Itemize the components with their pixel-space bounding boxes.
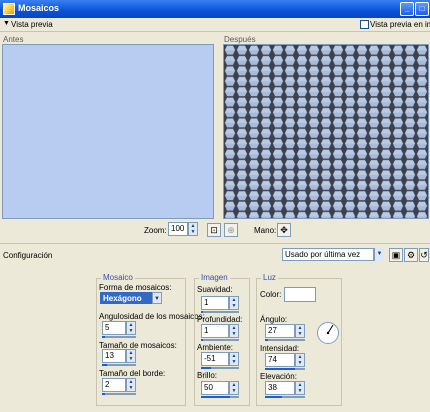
tile-size-spinner[interactable]: ▲ ▼ (126, 349, 136, 363)
border-size-label: Tamaño del borde: (99, 369, 166, 378)
depth-label: Profundidad: (197, 315, 243, 324)
border-size-slider[interactable] (102, 393, 136, 395)
angularity-label: Angulosidad de los mosaicos: (99, 312, 205, 321)
smoothness-input[interactable]: 1 (201, 296, 229, 310)
brightness-label: Brillo: (197, 371, 218, 380)
angularity-slider[interactable] (102, 336, 136, 338)
before-preview[interactable] (2, 44, 214, 219)
preview-in-image-label: Vista previa en imagen (370, 20, 430, 29)
light-color-label: Color: (260, 290, 282, 299)
preset-options-icon[interactable]: ⚙ (404, 248, 418, 262)
maximize-icon[interactable]: □ (415, 2, 429, 16)
light-angle-input[interactable]: 27 (265, 324, 295, 338)
depth-spinner[interactable]: ▲ ▼ (229, 324, 239, 338)
after-preview[interactable] (223, 44, 429, 219)
light-angle-dial[interactable] (316, 321, 340, 345)
zoom-spinner[interactable]: ▲ ▼ (188, 222, 198, 236)
zoom-label: Zoom: (144, 226, 167, 235)
angularity-input[interactable]: 5 (102, 321, 126, 335)
intensity-input[interactable]: 74 (265, 353, 295, 367)
brightness-input[interactable]: 50 (201, 381, 229, 395)
ambient-spinner[interactable]: ▲ ▼ (229, 352, 239, 366)
preview-in-image-checkbox[interactable] (360, 20, 369, 29)
tile-size-input[interactable]: 13 (102, 349, 126, 363)
zoom-input[interactable]: 100 (168, 222, 188, 236)
zoom-magnifier-icon[interactable]: ⊕ (224, 223, 238, 237)
window-title: Mosaicos (18, 3, 60, 13)
before-label: Antes (3, 35, 24, 44)
title-bar: Mosaicos _ □ (0, 0, 430, 18)
minimize-icon[interactable]: _ (400, 2, 414, 16)
intensity-label: Intensidad: (260, 344, 300, 353)
app-icon (3, 3, 15, 15)
smoothness-label: Suavidad: (197, 285, 233, 294)
reset-icon[interactable]: ↺ (419, 248, 429, 262)
light-color-swatch[interactable] (284, 287, 316, 302)
save-preset-icon[interactable]: ▣ (389, 248, 403, 262)
tile-shape-select[interactable]: Hexágono (100, 292, 152, 304)
light-angle-spinner[interactable]: ▲ ▼ (295, 324, 305, 338)
tile-shape-label: Forma de mosaicos: (99, 283, 172, 292)
brightness-slider[interactable] (201, 396, 239, 398)
smoothness-spinner[interactable]: ▲ ▼ (229, 296, 239, 310)
tile-shape-dropdown-arrow-icon[interactable]: ▼ (152, 292, 162, 304)
border-size-spinner[interactable]: ▲ ▼ (126, 378, 136, 392)
zoom-fit-icon[interactable]: ⊡ (207, 223, 221, 237)
preview-bar: ▼ Vista previa Vista previa en imagen (0, 18, 430, 32)
smoothness-slider[interactable] (201, 311, 239, 313)
ambient-label: Ambiente: (197, 343, 234, 352)
elevation-spinner[interactable]: ▲ ▼ (295, 381, 305, 395)
ambient-input[interactable]: -51 (201, 352, 229, 366)
elevation-input[interactable]: 38 (265, 381, 295, 395)
angularity-spinner[interactable]: ▲ ▼ (126, 321, 136, 335)
brightness-spinner[interactable]: ▲ ▼ (229, 381, 239, 395)
light-angle-label: Ángulo: (260, 315, 288, 324)
ambient-slider[interactable] (201, 367, 239, 369)
light-group-title: Luz (261, 273, 278, 282)
depth-input[interactable]: 1 (201, 324, 229, 338)
depth-slider[interactable] (201, 339, 239, 341)
intensity-slider[interactable] (265, 368, 305, 370)
preset-dropdown-arrow-icon[interactable]: ▼ (374, 248, 384, 261)
intensity-spinner[interactable]: ▲ ▼ (295, 353, 305, 367)
elevation-label: Elevación: (260, 372, 297, 381)
pan-icon[interactable]: ✥ (277, 223, 291, 237)
preview-toggle-label[interactable]: Vista previa (11, 20, 53, 29)
light-angle-slider[interactable] (265, 339, 305, 341)
collapse-arrow-icon[interactable]: ▼ (3, 20, 10, 27)
tile-size-slider[interactable] (102, 364, 136, 366)
preset-select[interactable]: Usado por última vez (282, 248, 374, 261)
config-label: Configuración (3, 251, 53, 260)
border-size-input[interactable]: 2 (102, 378, 126, 392)
hexagon-mosaic-image (224, 45, 428, 218)
hand-label: Mano: (254, 226, 277, 235)
elevation-slider[interactable] (265, 396, 305, 398)
after-label: Después (224, 35, 256, 44)
mosaic-group-title: Mosaico (101, 273, 135, 282)
image-group-title: Imagen (199, 273, 230, 282)
